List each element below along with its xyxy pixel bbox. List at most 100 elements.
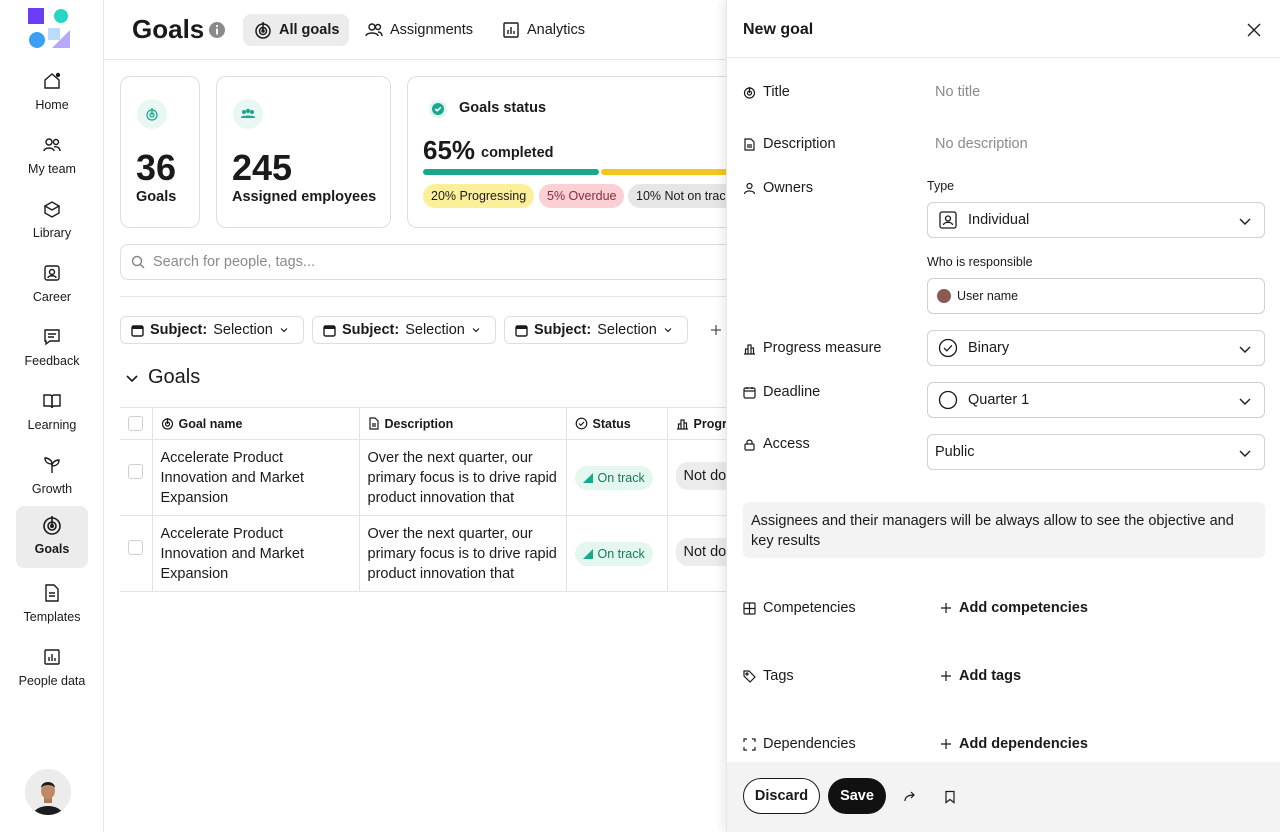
- status-badge: On track: [574, 466, 653, 490]
- description-cell: Over the next quarter, our primary focus…: [359, 439, 567, 516]
- filter-key: Subject:: [342, 322, 400, 338]
- team-icon: [241, 108, 255, 118]
- column-header-status[interactable]: Status: [566, 407, 668, 440]
- progress-measure-property: Progress measure: [743, 340, 881, 356]
- calendar-icon: [515, 324, 528, 337]
- team-icon: [365, 23, 383, 37]
- sidebar-item-label: Goals: [34, 542, 70, 556]
- share-arrow-icon[interactable]: [903, 790, 917, 804]
- card-badge: [233, 99, 263, 129]
- table-header-row: Goal name Description Status Progress: [120, 407, 780, 440]
- employees-count-label: Assigned employees: [232, 189, 377, 205]
- trend-up-icon: [582, 473, 593, 483]
- deadline-select[interactable]: Quarter 1: [927, 382, 1265, 418]
- panel-footer: Discard Save: [727, 762, 1280, 832]
- completed-percent: 65%: [423, 135, 476, 165]
- column-label: Goal name: [178, 416, 243, 431]
- description-input[interactable]: No description: [935, 136, 1028, 152]
- career-icon: [44, 265, 60, 281]
- owner-type-select[interactable]: Individual: [927, 202, 1265, 238]
- user-avatar[interactable]: [25, 769, 71, 815]
- description-cell: Over the next quarter, our primary focus…: [359, 515, 567, 592]
- select-all-cell: [120, 407, 153, 440]
- tab-all-goals[interactable]: All goals: [243, 14, 350, 46]
- sidebar-item-label: Learning: [27, 418, 77, 432]
- progress-measure-select[interactable]: Binary: [927, 330, 1265, 366]
- add-filter-icon[interactable]: [708, 322, 724, 338]
- chart-icon: [44, 649, 60, 665]
- library-icon: [43, 201, 61, 218]
- row-checkbox-cell: [120, 439, 153, 516]
- plus-icon: [941, 603, 951, 613]
- filter-subject-1[interactable]: Subject: Selection: [120, 316, 304, 344]
- status-label: On track: [597, 547, 645, 561]
- sidebar-item-feedback[interactable]: Feedback: [16, 318, 88, 380]
- goals-table: Goal name Description Status Progress Ac…: [120, 407, 780, 592]
- chevron-down-icon[interactable]: [124, 370, 140, 386]
- panel-header: New goal: [727, 0, 1280, 58]
- dependencies-property: Dependencies: [743, 736, 856, 752]
- column-header-description[interactable]: Description: [359, 407, 567, 440]
- add-dependencies-label: Add dependencies: [959, 736, 1088, 752]
- filter-value: Selection: [213, 322, 273, 338]
- competencies-property: Competencies: [743, 600, 856, 616]
- row-checkbox[interactable]: [128, 464, 144, 479]
- table-row[interactable]: Accelerate Product Innovation and Market…: [120, 439, 780, 516]
- tab-label: Analytics: [527, 22, 586, 38]
- save-button[interactable]: Save: [828, 778, 886, 814]
- add-dependencies-button[interactable]: Add dependencies: [941, 736, 1088, 752]
- access-select[interactable]: Public: [927, 434, 1265, 470]
- sidebar-item-goals[interactable]: Goals: [16, 506, 88, 568]
- property-label: Dependencies: [763, 736, 856, 752]
- status-cell: On track: [566, 515, 668, 592]
- title-input[interactable]: No title: [935, 84, 980, 100]
- deadline-value: Quarter 1: [968, 392, 1030, 408]
- column-label: Status: [592, 416, 631, 431]
- goals-count: 36: [136, 147, 177, 188]
- sidebar: Home My team Library Career Feedback Lea…: [0, 0, 104, 832]
- sidebar-item-library[interactable]: Library: [16, 190, 88, 252]
- filter-subject-2[interactable]: Subject: Selection: [312, 316, 496, 344]
- feedback-icon: [44, 329, 60, 346]
- person-icon: [743, 182, 756, 194]
- add-tags-button[interactable]: Add tags: [941, 668, 1021, 684]
- goals-count-card: 36 Goals: [120, 76, 200, 228]
- sidebar-item-label: Career: [32, 290, 72, 304]
- plus-icon: [941, 671, 951, 681]
- document-icon: [744, 137, 755, 151]
- divider: [120, 296, 760, 297]
- select-all-checkbox[interactable]: [128, 415, 144, 431]
- sidebar-item-templates[interactable]: Templates: [16, 574, 88, 636]
- row-checkbox[interactable]: [128, 540, 144, 555]
- column-header-goal-name[interactable]: Goal name: [152, 407, 360, 440]
- card-badge: [137, 99, 167, 129]
- document-icon: [45, 584, 59, 602]
- filter-value: Selection: [405, 322, 465, 338]
- sidebar-item-people-data[interactable]: People data: [16, 638, 88, 700]
- title-property: Title: [743, 84, 790, 100]
- table-row[interactable]: Accelerate Product Innovation and Market…: [120, 515, 780, 592]
- close-icon[interactable]: [1247, 23, 1261, 37]
- sidebar-item-learning[interactable]: Learning: [16, 382, 88, 444]
- sidebar-item-my-team[interactable]: My team: [16, 126, 88, 188]
- row-checkbox-cell: [120, 515, 153, 592]
- discard-button[interactable]: Discard: [743, 778, 820, 814]
- calendar-icon: [323, 324, 336, 337]
- responsible-field[interactable]: User name: [927, 278, 1265, 314]
- app-logo-icon[interactable]: [28, 8, 70, 50]
- sidebar-item-home[interactable]: Home: [16, 62, 88, 124]
- tab-analytics[interactable]: Analytics: [491, 14, 595, 46]
- id-badge-icon: [939, 211, 957, 229]
- lock-icon: [744, 439, 755, 451]
- filter-subject-3[interactable]: Subject: Selection: [504, 316, 688, 344]
- info-icon[interactable]: [208, 21, 226, 39]
- sprout-icon: [44, 457, 60, 473]
- sidebar-item-career[interactable]: Career: [16, 254, 88, 316]
- bookmark-icon[interactable]: [943, 790, 957, 804]
- add-competencies-button[interactable]: Add competencies: [941, 600, 1088, 616]
- sidebar-item-growth[interactable]: Growth: [16, 446, 88, 508]
- search-input[interactable]: Search for people, tags...: [120, 244, 820, 280]
- tab-assignments[interactable]: Assignments: [354, 14, 483, 46]
- chevron-down-icon: [472, 328, 480, 333]
- target-icon: [743, 86, 756, 99]
